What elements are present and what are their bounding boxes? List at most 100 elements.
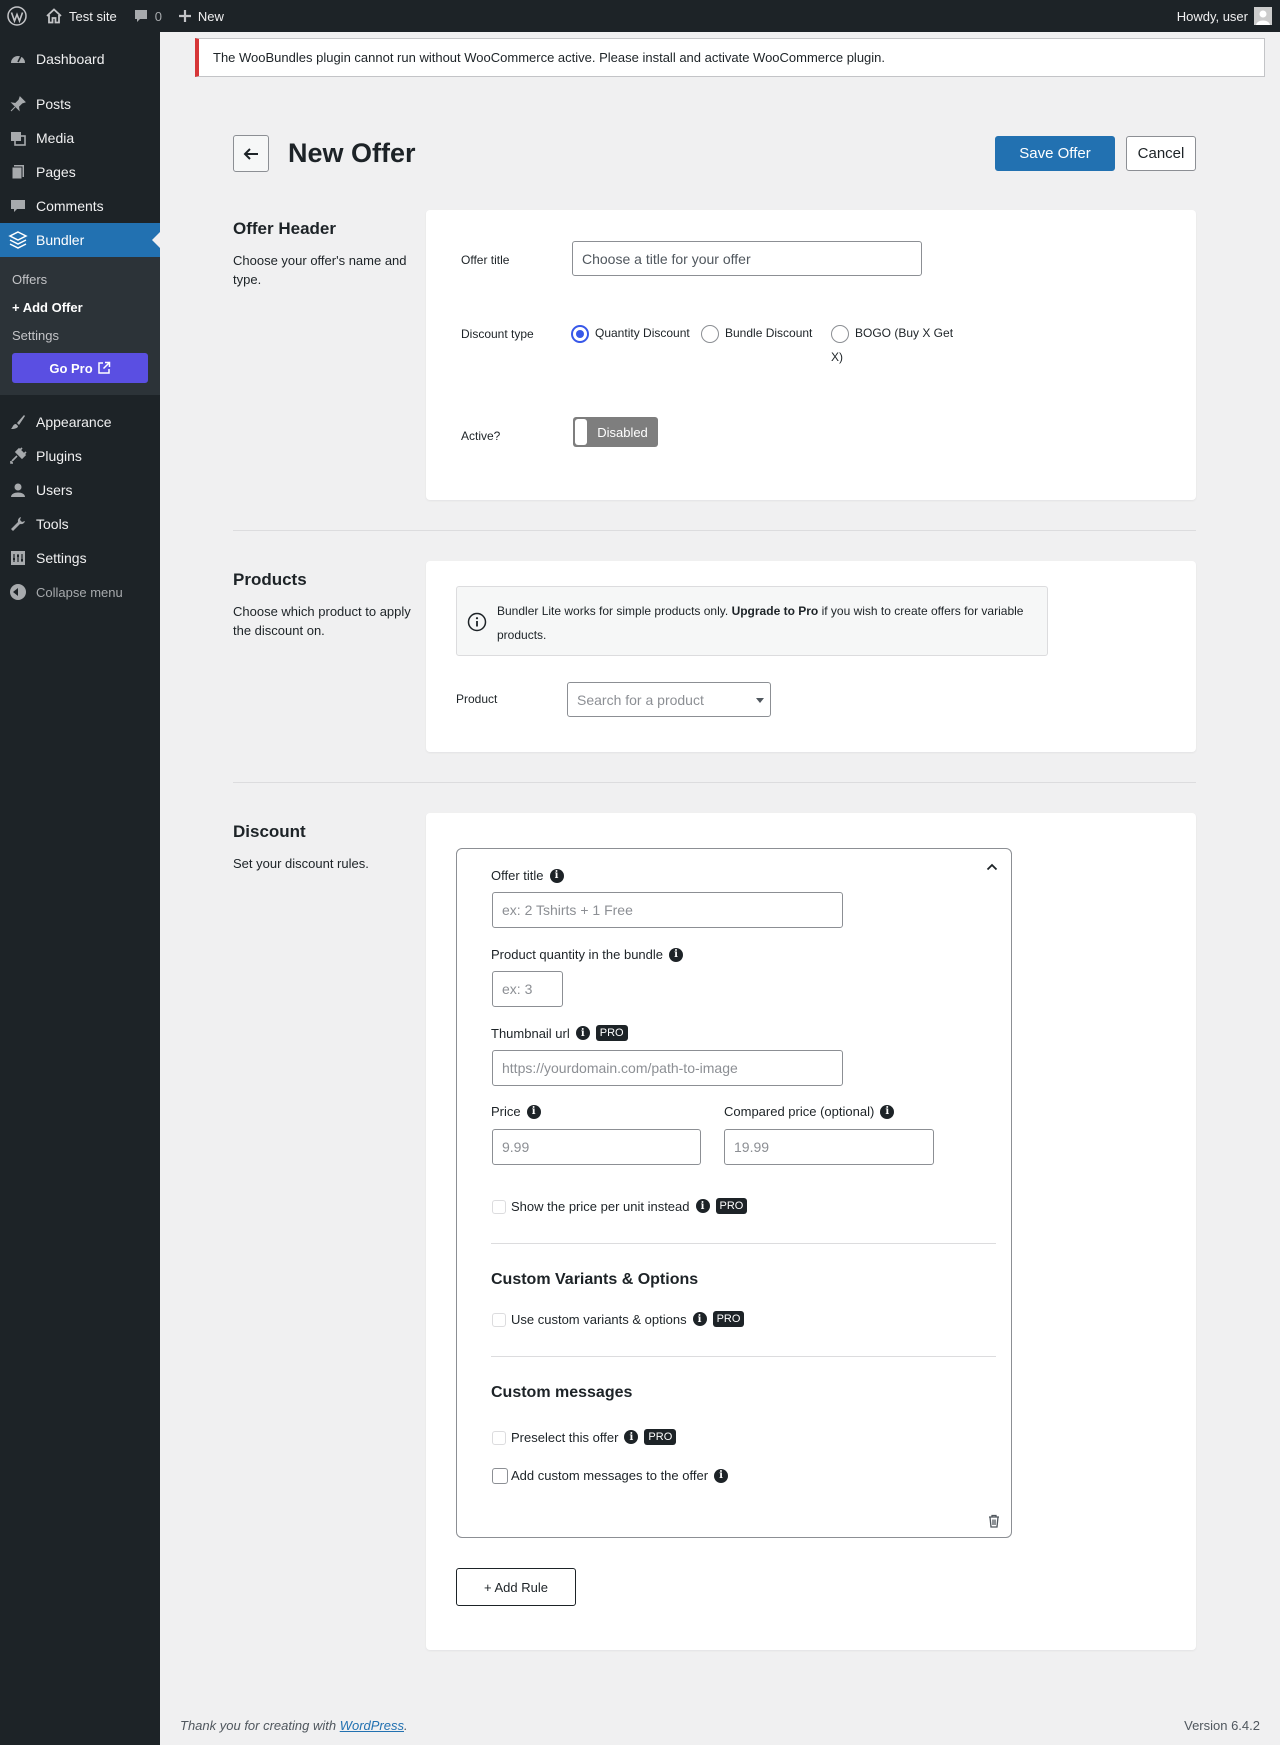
external-link-icon <box>97 361 110 374</box>
price-label-text: Price <box>491 1104 521 1119</box>
footer-version: Version 6.4.2 <box>1184 1718 1260 1733</box>
add-rule-button[interactable]: + Add Rule <box>456 1568 576 1606</box>
new-label: New <box>197 8 224 24</box>
info-icon[interactable]: i <box>575 1026 590 1040</box>
custom-messages-checkbox[interactable] <box>492 1468 508 1484</box>
preselect-text: Preselect this offer <box>511 1429 619 1445</box>
greeting: Howdy, user <box>1176 8 1248 24</box>
active-toggle[interactable]: Disabled <box>573 417 658 447</box>
compared-price-label: Compared price (optional) i <box>724 1104 895 1119</box>
rule-offer-title-input[interactable]: ex: 2 Tshirts + 1 Free <box>492 892 843 928</box>
info-icon[interactable]: i <box>526 1104 541 1119</box>
sidebar-item-label: Settings <box>36 550 87 566</box>
section-desc-offer-header: Choose your offer's name and type. <box>233 253 407 287</box>
pro-badge: PRO <box>595 1025 628 1041</box>
preselect-checkbox[interactable] <box>492 1431 506 1445</box>
brush-icon <box>8 412 28 432</box>
thumbnail-url-input[interactable]: https://yourdomain.com/path-to-image <box>492 1050 843 1086</box>
collapse-menu-button[interactable]: Collapse menu <box>0 575 160 609</box>
price-input[interactable]: 9.99 <box>492 1129 701 1165</box>
back-button[interactable] <box>233 135 269 172</box>
notice-text: The WooBundles plugin cannot run without… <box>213 50 886 65</box>
upgrade-to-pro-link[interactable]: Upgrade to Pro <box>732 604 819 618</box>
go-pro-button[interactable]: Go Pro <box>12 353 148 383</box>
chevron-down-icon <box>756 698 764 707</box>
product-select[interactable]: Search for a product <box>567 682 771 717</box>
site-name-link[interactable]: Test site <box>37 0 125 32</box>
custom-messages-label: Add custom messages to the offer i <box>511 1468 729 1483</box>
sidebar-item-dashboard[interactable]: Dashboard <box>0 42 160 76</box>
submenu-item-offers[interactable]: Offers <box>0 265 160 293</box>
rule-divider <box>491 1243 996 1244</box>
info-icon[interactable]: i <box>549 868 564 883</box>
sidebar-item-pages[interactable]: Pages <box>0 155 160 189</box>
per-unit-label: Show the price per unit instead i PRO <box>511 1198 748 1214</box>
qty-input[interactable]: ex: 3 <box>492 971 563 1007</box>
sidebar-item-label: Posts <box>36 96 72 112</box>
new-content-link[interactable]: New <box>170 0 232 32</box>
compared-price-input[interactable]: 19.99 <box>724 1129 934 1165</box>
info-icon[interactable]: i <box>692 1312 707 1326</box>
thumbnail-url-text: Thumbnail url <box>491 1025 570 1041</box>
error-notice: The WooBundles plugin cannot run without… <box>195 38 1265 77</box>
site-name: Test site <box>69 8 117 24</box>
collapse-menu-label: Collapse menu <box>36 584 123 600</box>
section-desc-products: Choose which product to apply the discou… <box>233 604 411 638</box>
sidebar-item-plugins[interactable]: Plugins <box>0 439 160 473</box>
custom-variants-text: Use custom variants & options <box>511 1311 687 1327</box>
save-offer-button[interactable]: Save Offer <box>995 136 1115 171</box>
rule-offer-title-label: Offer title i <box>491 868 564 883</box>
qty-label-text: Product quantity in the bundle <box>491 947 664 962</box>
comments-count: 0 <box>154 8 162 24</box>
custom-variants-checkbox[interactable] <box>492 1313 506 1327</box>
sidebar-item-label: Tools <box>36 516 69 532</box>
custom-messages-text: Add custom messages to the offer <box>511 1468 709 1483</box>
comments-link[interactable]: 0 <box>125 0 170 32</box>
sidebar-item-label: Bundler <box>36 232 85 248</box>
sidebar-item-tools[interactable]: Tools <box>0 507 160 541</box>
media-icon <box>8 128 28 148</box>
chevron-up-icon[interactable] <box>986 862 998 872</box>
sidebar-item-bundler[interactable]: Bundler <box>0 223 160 257</box>
footer-thanks-suffix: . <box>404 1718 408 1733</box>
pages-icon <box>8 162 28 182</box>
submenu-item-add-offer[interactable]: + Add Offer <box>0 293 160 321</box>
offer-title-input[interactable]: Choose a title for your offer <box>572 241 922 276</box>
info-icon[interactable]: i <box>669 947 684 962</box>
section-divider <box>233 530 1196 531</box>
section-title-products: Products <box>233 570 307 589</box>
info-text-prefix: Bundler Lite works for simple products o… <box>497 604 729 618</box>
cancel-button[interactable]: Cancel <box>1126 136 1196 171</box>
pro-badge: PRO <box>644 1429 677 1445</box>
sidebar-item-media[interactable]: Media <box>0 121 160 155</box>
info-icon[interactable]: i <box>624 1430 639 1444</box>
go-pro-label: Go Pro <box>49 360 93 376</box>
sidebar-item-posts[interactable]: Posts <box>0 87 160 121</box>
bundler-submenu: Offers + Add Offer Settings Go Pro <box>0 257 160 395</box>
sidebar-item-comments[interactable]: Comments <box>0 189 160 223</box>
pro-badge: PRO <box>712 1311 745 1327</box>
per-unit-checkbox[interactable] <box>492 1200 506 1214</box>
info-icon[interactable]: i <box>880 1104 895 1119</box>
sidebar-item-users[interactable]: Users <box>0 473 160 507</box>
trash-icon[interactable] <box>988 1514 1000 1528</box>
sidebar-item-settings[interactable]: Settings <box>0 541 160 575</box>
product-label: Product <box>456 692 498 706</box>
radio-bundle-discount[interactable] <box>701 325 719 343</box>
layers-icon <box>8 230 28 250</box>
wordpress-logo-icon[interactable] <box>0 0 37 32</box>
info-icon[interactable]: i <box>695 1199 710 1213</box>
plug-icon <box>8 446 28 466</box>
sidebar-item-appearance[interactable]: Appearance <box>0 405 160 439</box>
rule-offer-title-text: Offer title <box>491 868 544 883</box>
per-unit-text: Show the price per unit instead <box>511 1198 690 1214</box>
wordpress-link[interactable]: WordPress <box>340 1718 404 1733</box>
sidebar-item-label: Dashboard <box>36 51 105 67</box>
info-icon[interactable]: i <box>714 1468 729 1483</box>
sidebar-item-label: Appearance <box>36 414 112 430</box>
offer-title-label: Offer title <box>461 253 510 267</box>
submenu-item-settings[interactable]: Settings <box>0 321 160 349</box>
rule-divider <box>491 1356 996 1357</box>
radio-quantity-discount[interactable] <box>571 325 589 343</box>
my-account[interactable]: Howdy, user <box>1177 7 1280 25</box>
